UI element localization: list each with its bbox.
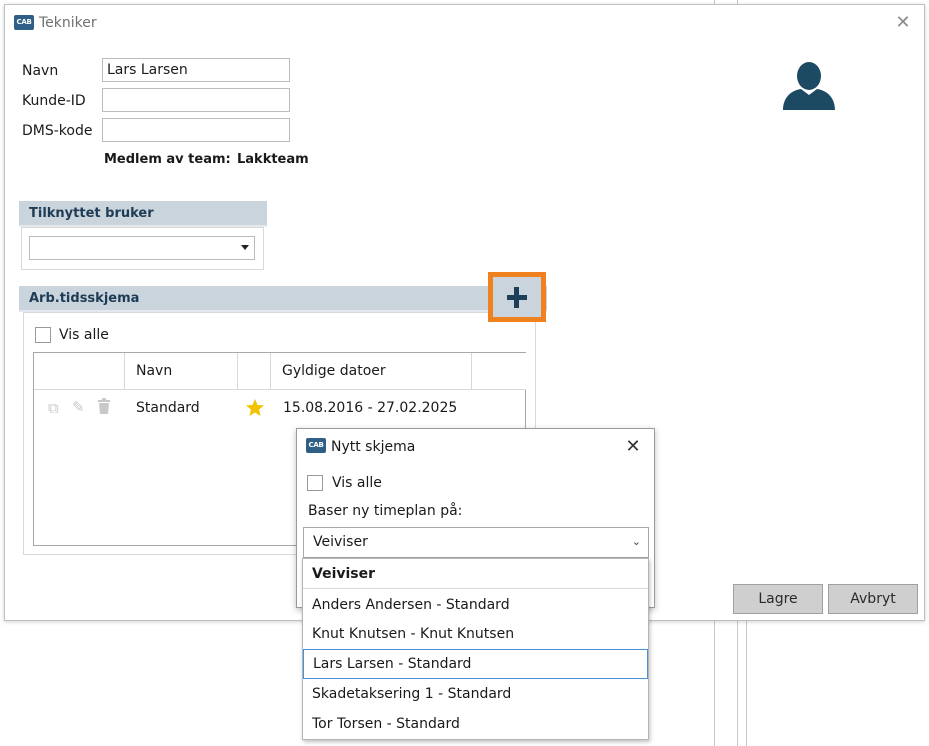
lagre-button[interactable]: Lagre (733, 584, 823, 614)
popup-title: Nytt skjema (331, 439, 416, 455)
row-gyldige-datoer: 15.08.2016 - 27.02.2025 (283, 400, 458, 416)
add-schedule-button[interactable] (488, 272, 546, 322)
table-header-actions (34, 353, 125, 390)
plus-icon (507, 287, 527, 308)
star-icon[interactable] (245, 398, 265, 422)
close-icon[interactable]: ✕ (624, 438, 642, 456)
dropdown-option[interactable]: Veiviser (303, 559, 648, 589)
close-icon[interactable]: ✕ (894, 14, 912, 32)
background-divider (746, 621, 747, 746)
table-header-navn[interactable]: Navn (125, 353, 238, 390)
dropdown-option[interactable]: Anders Andersen - Standard (303, 590, 648, 620)
copy-icon[interactable]: ⧉ (48, 399, 59, 417)
row-navn: Standard (136, 400, 200, 416)
table-row[interactable]: ⧉ ✎ Standard 15.08.2016 - 27.02.2025 (34, 391, 526, 427)
app-logo-icon: CAB (14, 15, 34, 30)
table-header-star (238, 353, 271, 390)
chevron-down-icon: ⌄ (631, 535, 641, 548)
trash-icon[interactable] (97, 398, 111, 418)
vis-alle-checkbox[interactable] (35, 327, 51, 343)
table-header-filler (472, 353, 526, 390)
kunde-id-input[interactable] (102, 88, 290, 112)
team-value: Lakkteam (237, 152, 309, 167)
base-on-selected-value: Veiviser (313, 534, 368, 550)
popup-vis-alle-checkbox[interactable] (307, 475, 323, 491)
base-on-select[interactable]: Veiviser ⌄ (303, 527, 649, 558)
team-label: Medlem av team: (104, 152, 231, 167)
kunde-id-label: Kunde-ID (22, 93, 86, 109)
popup-vis-alle-label: Vis alle (332, 475, 382, 491)
dropdown-option[interactable]: Knut Knutsen - Knut Knutsen (303, 619, 648, 649)
tilknyttet-bruker-select[interactable] (29, 236, 255, 260)
dropdown-option[interactable]: Lars Larsen - Standard (303, 649, 648, 679)
dropdown-option[interactable]: Skadetaksering 1 - Standard (303, 679, 648, 709)
chevron-down-icon (241, 245, 249, 250)
navn-input[interactable]: Lars Larsen (102, 58, 290, 82)
base-on-label: Baser ny timeplan på: (308, 503, 463, 519)
dms-kode-input[interactable] (102, 118, 290, 142)
dropdown-option[interactable]: Tor Torsen - Standard (303, 709, 648, 739)
vis-alle-label: Vis alle (59, 327, 109, 343)
app-logo-icon: CAB (306, 438, 326, 453)
table-header-gyldige-datoer[interactable]: Gyldige datoer (271, 353, 472, 390)
arb-tidsskjema-header: Arb.tidsskjema (19, 286, 547, 312)
avbryt-button[interactable]: Avbryt (828, 584, 918, 614)
background-divider (714, 621, 715, 746)
base-on-dropdown-list: Veiviser Anders Andersen - Standard Knut… (302, 558, 649, 740)
person-silhouette-icon (781, 60, 837, 110)
background-divider (737, 621, 738, 746)
dms-kode-label: DMS-kode (22, 123, 93, 139)
pencil-icon[interactable]: ✎ (72, 398, 85, 416)
tilknyttet-bruker-header: Tilknyttet bruker (19, 201, 267, 227)
dialog-title: Tekniker (39, 15, 97, 31)
navn-label: Navn (22, 63, 59, 79)
